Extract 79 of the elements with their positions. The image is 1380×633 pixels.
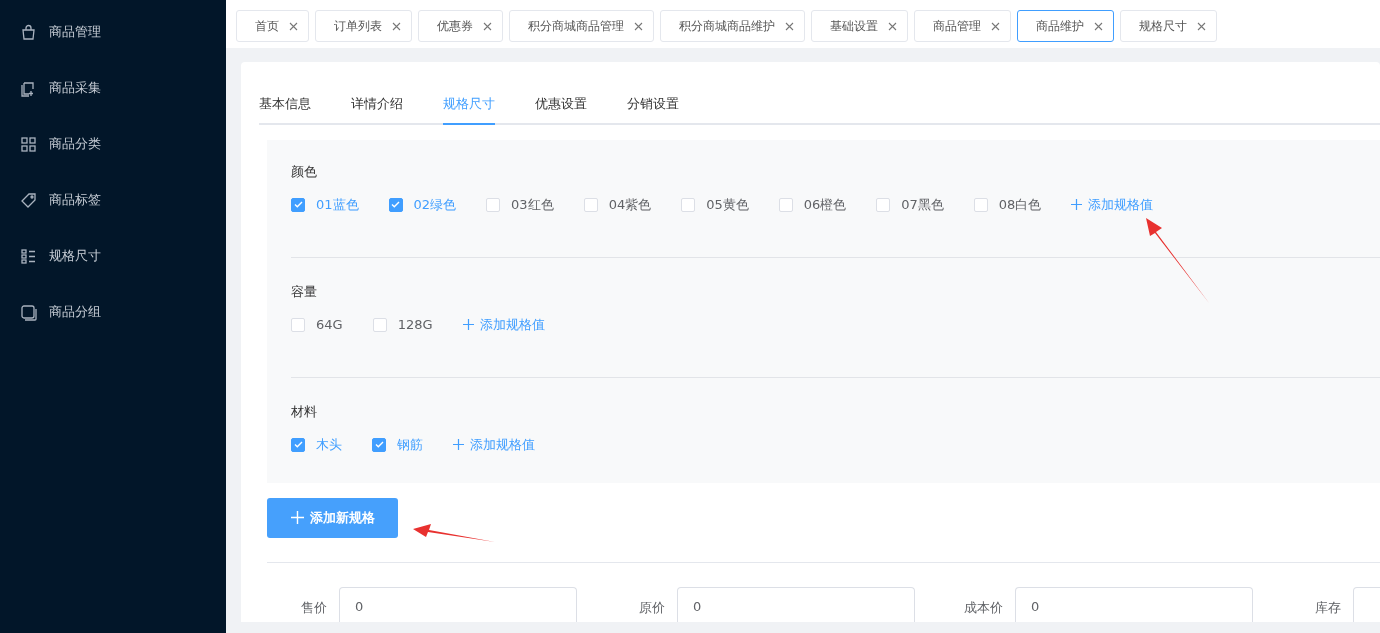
- tab-label: 商品维护: [1036, 18, 1084, 35]
- checkbox[interactable]: [372, 437, 386, 452]
- page-tab[interactable]: 积分商城商品管理: [509, 10, 654, 42]
- plus-icon: [453, 439, 464, 451]
- tab-label: 首页: [255, 18, 279, 35]
- sidebar-label: 规格尺寸: [49, 247, 101, 266]
- sidebar-item[interactable]: 商品分类: [0, 116, 226, 172]
- form-tab[interactable]: 基本信息: [259, 94, 311, 125]
- stack-icon: [20, 303, 37, 321]
- tab-label: 积分商城商品维护: [679, 18, 775, 35]
- page-tab[interactable]: 积分商城商品维护: [660, 10, 805, 42]
- close-icon[interactable]: [785, 21, 794, 31]
- option-label: 07黑色: [901, 196, 944, 214]
- form-tab[interactable]: 详情介绍: [351, 94, 403, 125]
- tag-icon: [20, 191, 37, 209]
- spec-title: 容量: [291, 282, 318, 301]
- close-icon[interactable]: [1197, 21, 1206, 31]
- close-icon[interactable]: [289, 21, 298, 31]
- tab-label: 订单列表: [334, 18, 382, 35]
- sidebar-item[interactable]: 商品采集: [0, 60, 226, 116]
- tab-label: 规格尺寸: [1139, 18, 1187, 35]
- field-label: 成本价: [963, 598, 1004, 617]
- page-tab[interactable]: 首页: [236, 10, 309, 42]
- spec-title: 颜色: [291, 162, 318, 181]
- page-tab[interactable]: 订单列表: [315, 10, 412, 42]
- tab-label: 优惠券: [437, 18, 473, 35]
- field-label: 售价: [300, 598, 328, 617]
- plus-icon: [462, 319, 474, 331]
- checkbox[interactable]: [291, 197, 305, 212]
- close-icon[interactable]: [888, 21, 897, 31]
- plus-icon: [1071, 199, 1083, 211]
- option-label: 01蓝色: [316, 196, 359, 214]
- sidebar-item[interactable]: 商品标签: [0, 172, 226, 228]
- sidebar-label: 商品分类: [49, 135, 101, 154]
- option-label: 钢筋: [397, 436, 423, 454]
- list-icon: [20, 247, 37, 265]
- input-field[interactable]: 0: [339, 586, 577, 622]
- option-label: 02绿色: [413, 196, 457, 214]
- sidebar-label: 商品分组: [49, 303, 101, 322]
- plus-icon: [290, 511, 304, 524]
- close-icon[interactable]: [991, 21, 1000, 31]
- sidebar-label: 商品管理: [49, 23, 101, 42]
- page-tab[interactable]: 基础设置: [811, 10, 908, 42]
- page-tab[interactable]: 商品维护: [1017, 10, 1114, 42]
- form-tab[interactable]: 优惠设置: [535, 94, 587, 125]
- checkbox[interactable]: [388, 197, 403, 212]
- option-label: 05黄色: [706, 196, 749, 214]
- option-label: 06橙色: [803, 196, 847, 214]
- close-icon[interactable]: [392, 21, 401, 31]
- sidebar-item[interactable]: 商品分组: [0, 284, 226, 340]
- tab-label: 商品管理: [933, 18, 981, 35]
- document-icon: [20, 79, 37, 97]
- bag-icon: [20, 23, 37, 41]
- option-label: 128G: [397, 316, 433, 334]
- input-field[interactable]: 0: [1015, 586, 1253, 622]
- tab-label: 积分商城商品管理: [528, 18, 624, 35]
- option-label: 木头: [316, 436, 342, 454]
- grid-icon: [20, 135, 37, 153]
- option-label: 04紫色: [608, 196, 652, 214]
- sidebar-item[interactable]: 规格尺寸: [0, 228, 226, 284]
- field-label: 原价: [638, 598, 666, 617]
- sidebar-item[interactable]: 商品管理: [0, 4, 226, 60]
- page-tab[interactable]: 商品管理: [914, 10, 1011, 42]
- page-tab[interactable]: 优惠券: [418, 10, 503, 42]
- field-label: 库存: [1314, 598, 1342, 617]
- close-icon[interactable]: [634, 21, 643, 31]
- form-tab[interactable]: 分销设置: [627, 94, 679, 125]
- option-label: 64G: [316, 316, 343, 334]
- checkbox[interactable]: [291, 437, 305, 452]
- input-field[interactable]: 0: [677, 586, 915, 622]
- close-icon[interactable]: [1094, 21, 1103, 31]
- option-label: 03红色: [511, 196, 554, 214]
- sidebar-label: 商品标签: [49, 191, 101, 210]
- tab-label: 基础设置: [830, 18, 878, 35]
- page-tab[interactable]: 规格尺寸: [1120, 10, 1217, 42]
- option-label: 08白色: [998, 196, 1042, 214]
- spec-title: 材料: [291, 402, 318, 421]
- sidebar-label: 商品采集: [49, 79, 101, 98]
- close-icon[interactable]: [483, 21, 492, 31]
